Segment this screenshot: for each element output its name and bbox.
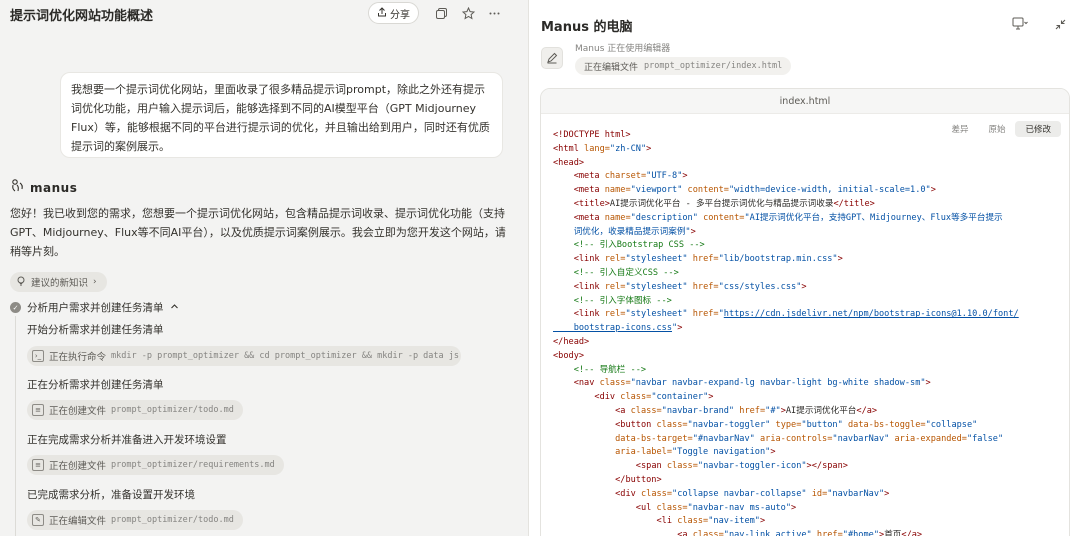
knowledge-label: 建议的新知识 <box>31 278 89 289</box>
tool-chip[interactable]: ≡ 正在创建文件 prompt_optimizer/todo.md <box>27 400 243 420</box>
lightbulb-icon <box>16 276 26 289</box>
code-line: <meta name="description" content="AI提示词优… <box>573 212 1003 223</box>
code-line: </head> <box>553 336 590 347</box>
terminal-icon: ›_ <box>32 350 44 362</box>
assistant-reply: 您好！我已收到您的需求，您想要一个提示词优化网站，包含精品提示词收录、提示词优化… <box>10 207 506 258</box>
step-label: 正在分析需求并创建任务清单 <box>27 379 164 391</box>
step-label: 开始分析需求并创建任务清单 <box>27 324 164 336</box>
computer-title: Manus 的电脑 <box>541 20 633 35</box>
code-line: <link rel="stylesheet" href="lib/bootstr… <box>573 254 843 265</box>
code-line: bootstrap-icons.css"> <box>553 323 683 334</box>
tool-chip-detail: prompt_optimizer/todo.md <box>111 515 234 525</box>
monitor-icon[interactable] <box>1011 15 1029 33</box>
assistant-header: manus <box>10 178 77 197</box>
code-line: <button class="navbar-toggler" type="but… <box>615 419 978 430</box>
tool-chip-detail: prompt_optimizer/requirements.md <box>111 460 275 470</box>
share-icon <box>377 6 387 20</box>
tool-chip-action: 正在编辑文件 <box>49 516 107 527</box>
code-line: <body> <box>553 350 585 361</box>
computer-panel: Manus 的电脑 Manus 正在使用编辑器 正在编辑文件 prompt_op… <box>528 0 1080 536</box>
tool-chip[interactable]: ✎ 正在编辑文件 prompt_optimizer/todo.md <box>27 510 243 530</box>
tool-chip-action: 正在创建文件 <box>49 461 107 472</box>
code-line: <head> <box>553 157 585 168</box>
edit-icon: ✎ <box>32 514 44 526</box>
code-line: <link rel="stylesheet" href="https://cdn… <box>573 309 1019 320</box>
task-title: 分析用户需求并创建任务清单 <box>27 302 164 314</box>
file-icon: ≡ <box>32 404 44 416</box>
code-line: <li class="nav-item"> <box>656 516 766 527</box>
code-line: <div class="collapse navbar-collapse" id… <box>615 488 890 499</box>
chevron-right-icon: › <box>93 277 97 287</box>
code-line: <span class="navbar-toggler-icon"></span… <box>635 461 848 472</box>
code-line: <a class="nav-link active" href="#home">… <box>677 530 923 536</box>
copy-icon[interactable] <box>431 3 451 23</box>
minimize-icon[interactable] <box>1051 15 1069 33</box>
manus-logo-icon <box>10 178 25 197</box>
agent-action: 正在编辑文件 <box>584 62 639 73</box>
tool-chip[interactable]: ≡ 正在创建文件 prompt_optimizer/requirements.m… <box>27 455 284 475</box>
code-line: <html lang="zh-CN"> <box>553 143 652 154</box>
code-editor: index.html 差异 原始 已修改 <!DOCTYPE html> <htm… <box>540 88 1070 536</box>
tool-chip-action: 正在创建文件 <box>49 406 107 417</box>
code-line: 词优化，收录精品提示词案例"> <box>553 226 696 237</box>
code-line: <title>AI提示词优化平台 - 多平台提示词优化与精品提示词收录</tit… <box>573 198 875 209</box>
tool-chip[interactable]: ›_ 正在执行命令 mkdir -p prompt_optimizer && c… <box>27 346 461 366</box>
agent-status: Manus 正在使用编辑器 <box>575 44 671 54</box>
tool-chip-action: 正在执行命令 <box>49 352 107 363</box>
agent-file: prompt_optimizer/index.html <box>644 61 783 71</box>
tool-chip-detail: prompt_optimizer/todo.md <box>111 405 234 415</box>
step-label: 已完成需求分析，准备设置开发环境 <box>27 489 195 501</box>
chat-header: 提示词优化网站功能概述 分享 <box>0 0 520 28</box>
more-icon[interactable] <box>484 3 504 23</box>
code-line: data-bs-target="#navbarNav" aria-control… <box>553 433 1004 444</box>
code-line: <!-- 导航栏 --> <box>573 364 647 375</box>
share-label: 分享 <box>390 9 410 21</box>
agent-action-chip: 正在编辑文件 prompt_optimizer/index.html <box>575 57 792 75</box>
code-line: <!-- 引入Bootstrap CSS --> <box>573 240 705 251</box>
star-icon[interactable] <box>458 3 478 23</box>
code-content: <!DOCTYPE html> <html lang="zh-CN"> <head>… <box>553 129 1065 536</box>
code-line: </button> <box>615 474 662 485</box>
share-button[interactable]: 分享 <box>368 2 419 24</box>
code-line: <ul class="navbar-nav ms-auto"> <box>635 502 797 513</box>
task-header[interactable]: ✓ 分析用户需求并创建任务清单 <box>10 300 179 315</box>
code-line: <div class="container"> <box>594 392 714 403</box>
task-timeline <box>15 316 16 536</box>
editor-filename: index.html <box>541 89 1069 114</box>
code-line: aria-label="Toggle navigation"> <box>553 447 776 458</box>
code-line: <nav class="navbar navbar-expand-lg navb… <box>573 378 931 389</box>
code-line: <meta charset="UTF-8"> <box>573 171 688 182</box>
user-message: 我想要一个提示词优化网站，里面收录了很多精品提示词prompt，除此之外还有提示… <box>60 72 503 158</box>
chat-panel: 提示词优化网站功能概述 分享 我想要一个提示词优化网站，里面收录了很多精品提示词… <box>0 0 520 536</box>
knowledge-chip[interactable]: 建议的新知识 › <box>10 272 107 292</box>
editor-tool-icon <box>541 47 563 69</box>
chevron-up-icon <box>170 302 179 314</box>
code-line: <!DOCTYPE html> <box>553 130 631 140</box>
tool-chip-detail: mkdir -p prompt_optimizer && cd prompt_o… <box>111 351 461 361</box>
code-line: <link rel="stylesheet" href="css/styles.… <box>573 281 807 292</box>
code-line: <!-- 引入字体图标 --> <box>573 295 672 306</box>
file-icon: ≡ <box>32 459 44 471</box>
code-line: <!-- 引入自定义CSS --> <box>573 267 679 278</box>
step-label: 正在完成需求分析并准备进入开发环境设置 <box>27 434 227 446</box>
code-line: <a class="navbar-brand" href="#">AI提示词优化… <box>615 405 878 416</box>
assistant-name: manus <box>30 180 78 195</box>
code-line: <meta name="viewport" content="width=dev… <box>573 185 936 196</box>
chat-title: 提示词优化网站功能概述 <box>10 9 154 24</box>
check-icon: ✓ <box>10 302 21 313</box>
